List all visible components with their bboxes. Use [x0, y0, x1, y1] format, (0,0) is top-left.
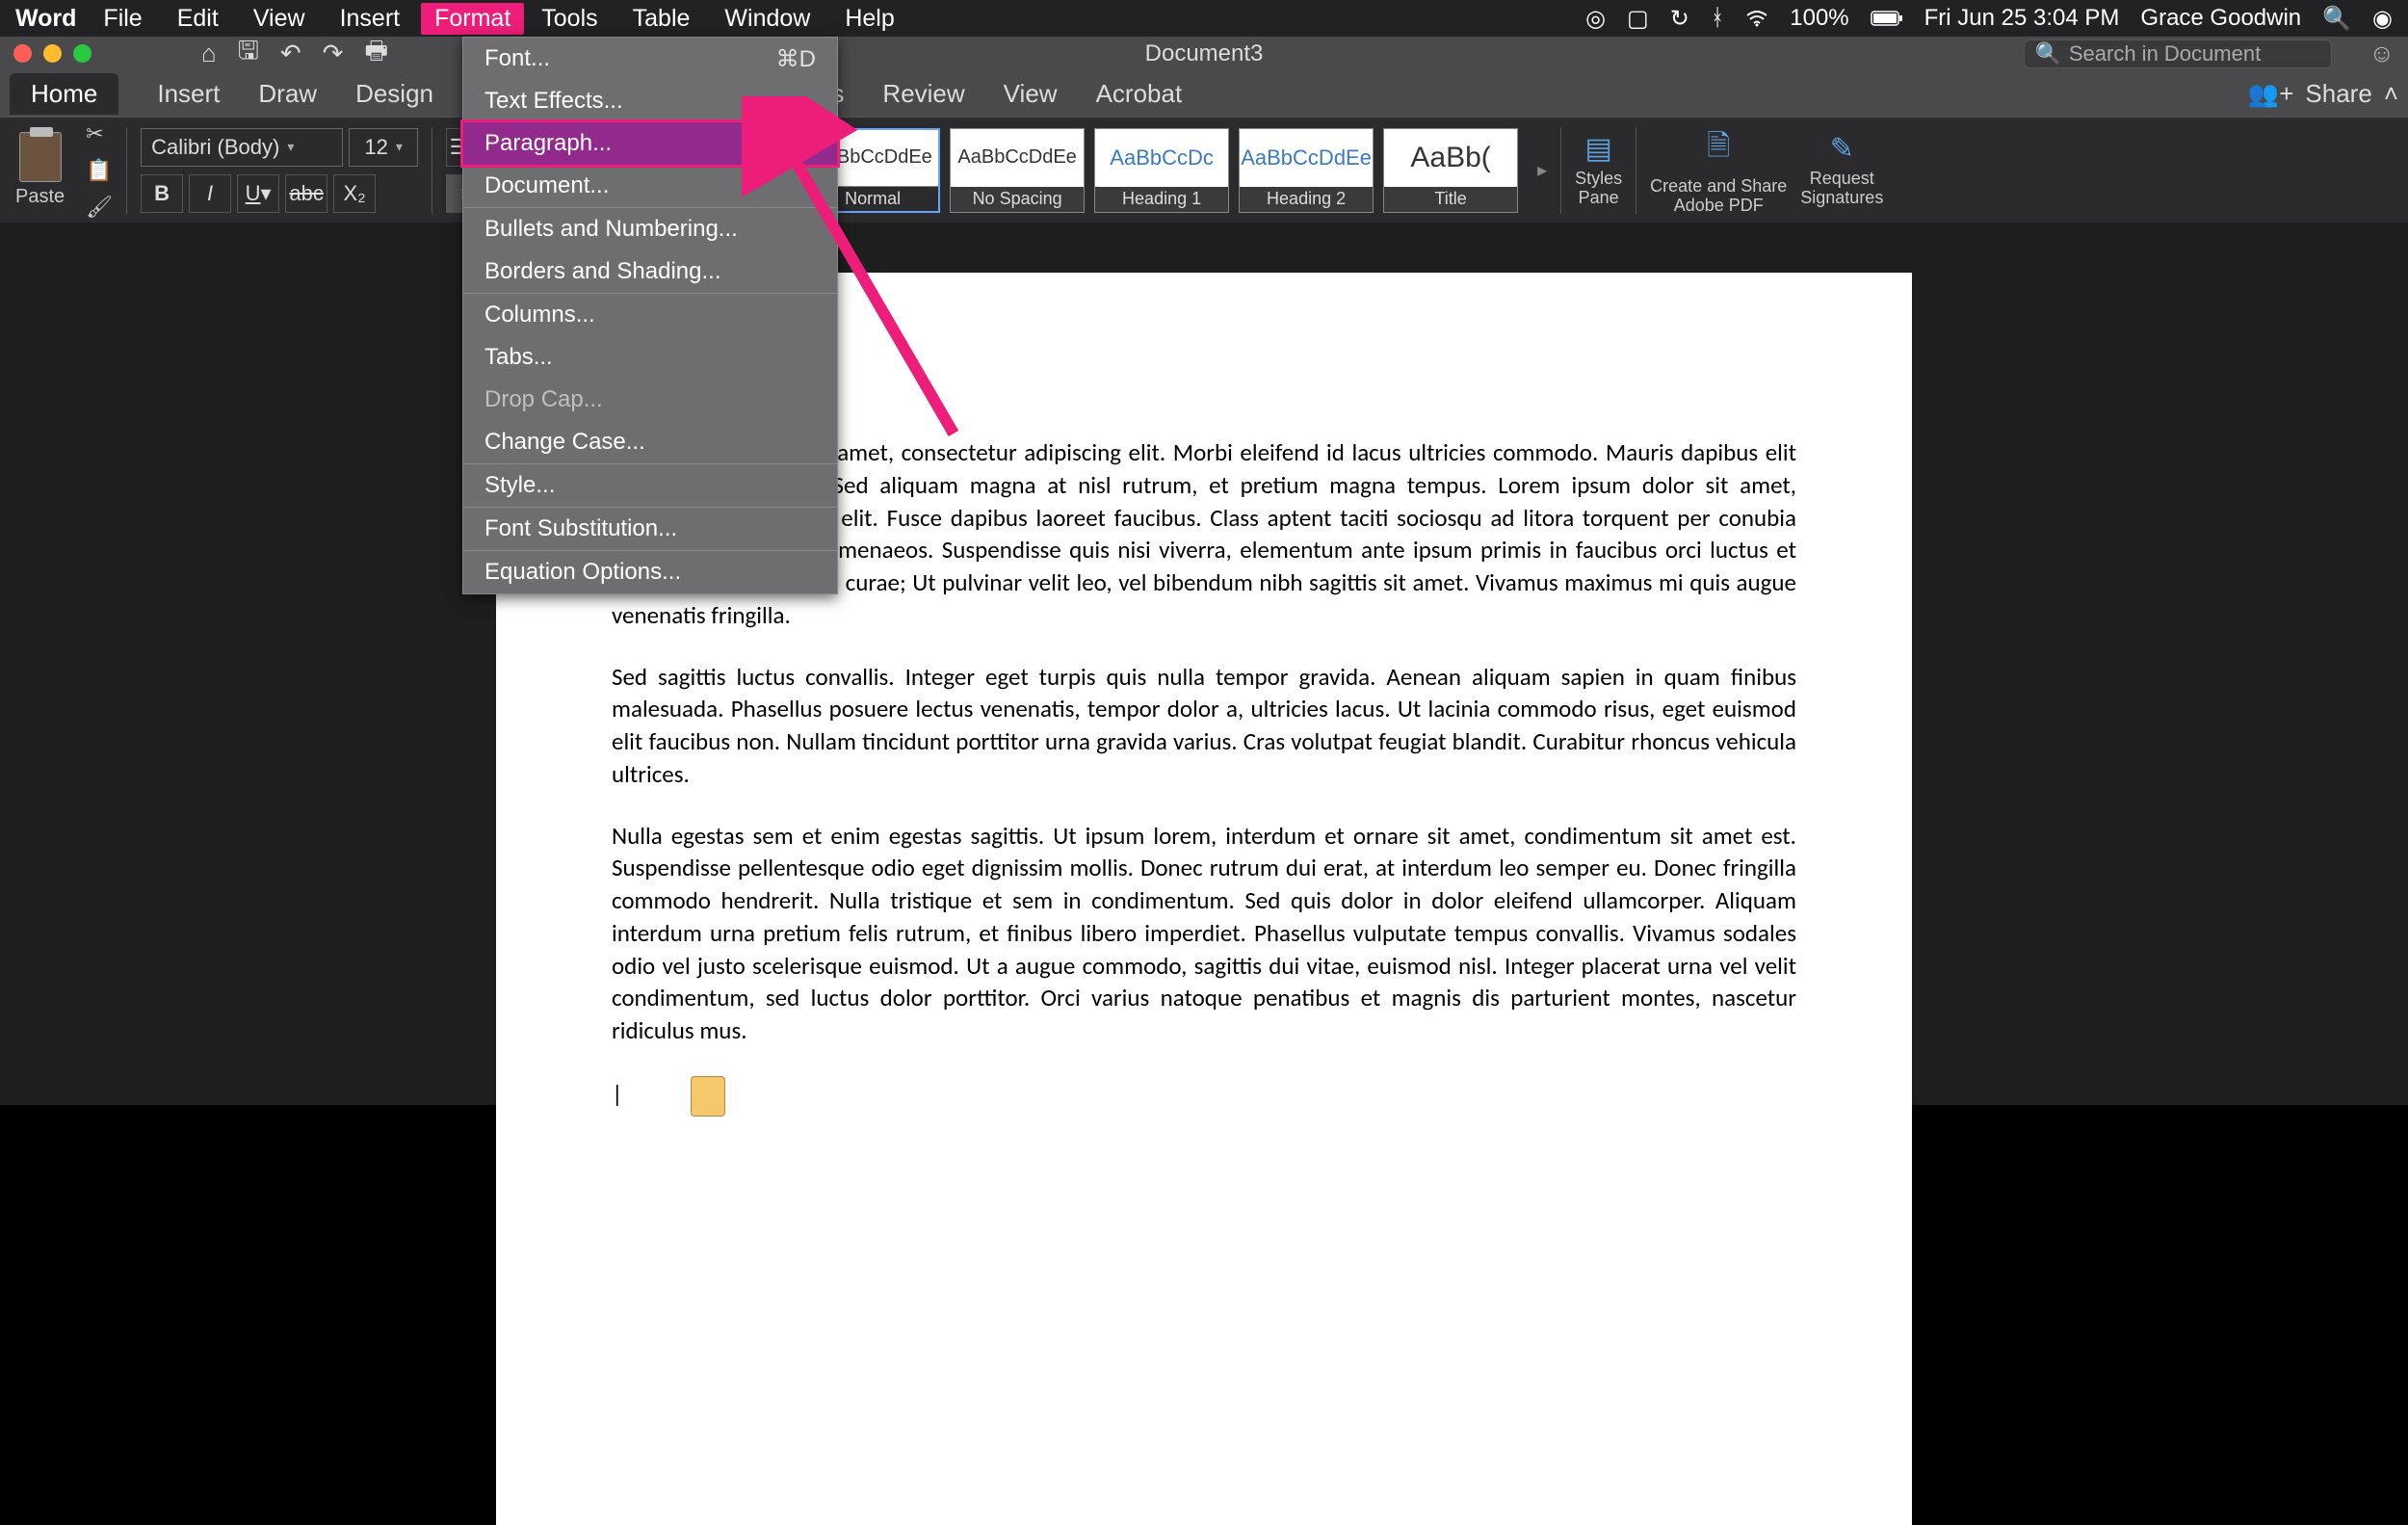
- ribbon-tabs: Home Insert Draw Design Layout Reference…: [0, 70, 2408, 117]
- clipboard-icon: [19, 132, 62, 182]
- workspace: Lorem ipsum dolor sit amet, consectetur …: [0, 223, 2408, 1105]
- cut-icon[interactable]: ✂: [86, 121, 113, 146]
- format-menu-font[interactable]: Font...⌘D: [463, 38, 837, 80]
- format-menu-style[interactable]: Style...: [463, 464, 837, 507]
- spotlight-icon[interactable]: 🔍: [2322, 5, 2351, 33]
- feedback-icon[interactable]: ☺: [2369, 39, 2395, 68]
- creative-cloud-icon[interactable]: ◎: [1585, 5, 1606, 33]
- menu-edit[interactable]: Edit: [177, 5, 219, 33]
- redo-icon[interactable]: ↷: [323, 39, 344, 68]
- bluetooth-icon[interactable]: ᚼ: [1711, 5, 1724, 32]
- format-menu-bullets-and-numbering[interactable]: Bullets and Numbering...: [463, 208, 837, 250]
- window-chrome: ⌂ 🖫 ↶ ↷ 🖶 Document3 🔍 Search in Document…: [0, 37, 2408, 70]
- menu-insert[interactable]: Insert: [340, 5, 401, 33]
- format-menu-document[interactable]: Document...: [463, 165, 837, 207]
- font-family-select[interactable]: Calibri (Body)▾: [141, 128, 343, 167]
- style-gallery: AaBbCcDdEeNormal AaBbCcDdEeNo Spacing Aa…: [805, 128, 1518, 213]
- share-button[interactable]: 👥+ Share ˄: [2248, 79, 2398, 109]
- zoom-window[interactable]: [73, 44, 92, 63]
- search-icon: 🔍: [2034, 41, 2060, 66]
- tab-design[interactable]: Design: [355, 79, 433, 109]
- timemachine-icon[interactable]: ↻: [1670, 5, 1689, 33]
- paragraph-2: Sed sagittis luctus convallis. Integer e…: [612, 661, 1796, 791]
- menu-help[interactable]: Help: [845, 5, 894, 33]
- format-menu-change-case[interactable]: Change Case...: [463, 421, 837, 463]
- print-icon[interactable]: 🖶: [364, 33, 388, 75]
- menu-view[interactable]: View: [253, 5, 305, 33]
- wifi-icon[interactable]: [1745, 10, 1768, 27]
- minimize-window[interactable]: [43, 44, 62, 63]
- menu-file[interactable]: File: [103, 5, 142, 33]
- airplay-icon[interactable]: ▢: [1627, 5, 1649, 33]
- format-painter-icon[interactable]: 🖌: [86, 195, 113, 220]
- font-size-select[interactable]: 12▾: [349, 128, 418, 167]
- paste-button[interactable]: Paste: [15, 132, 65, 208]
- tab-view[interactable]: View: [1004, 79, 1058, 109]
- close-window[interactable]: [13, 44, 32, 63]
- battery-icon: [1871, 10, 1903, 27]
- tab-home[interactable]: Home: [10, 73, 118, 115]
- format-menu-paragraph[interactable]: Paragraph...⌥⌘M: [463, 122, 837, 165]
- menu-window[interactable]: Window: [724, 5, 810, 33]
- paste-options-icon[interactable]: [691, 1076, 725, 1117]
- style-heading-2[interactable]: AaBbCcDdEeHeading 2: [1239, 128, 1374, 213]
- adobe-create-share-button[interactable]: 🗎Create and ShareAdobe PDF: [1650, 124, 1787, 216]
- menu-tools[interactable]: Tools: [541, 5, 597, 33]
- format-menu-borders-and-shading[interactable]: Borders and Shading...: [463, 250, 837, 293]
- style-gallery-more[interactable]: ▸: [1537, 158, 1547, 182]
- search-placeholder: Search in Document: [2069, 41, 2261, 66]
- document-title: Document3: [1145, 40, 1264, 67]
- format-menu-drop-cap: Drop Cap...: [463, 379, 837, 421]
- format-menu-equation-options[interactable]: Equation Options...: [463, 551, 837, 593]
- battery-percent: 100%: [1790, 5, 1848, 32]
- tab-draw[interactable]: Draw: [258, 79, 317, 109]
- request-signatures-button[interactable]: ✎RequestSignatures: [1800, 132, 1883, 208]
- siri-icon[interactable]: ◉: [2372, 5, 2393, 33]
- mac-menubar: Word File Edit View Insert Format Tools …: [0, 0, 2408, 37]
- underline-button[interactable]: U ▾: [237, 174, 279, 213]
- save-icon[interactable]: 🖫: [238, 33, 259, 75]
- format-menu-columns[interactable]: Columns...: [463, 294, 837, 336]
- home-icon[interactable]: ⌂: [201, 39, 217, 68]
- ribbon: Paste ✂ 📋 🖌 Calibri (Body)▾ 12▾ B I U ▾ …: [0, 117, 2408, 223]
- italic-button[interactable]: I: [189, 174, 231, 213]
- username: Grace Goodwin: [2140, 5, 2301, 32]
- tab-acrobat[interactable]: Acrobat: [1096, 79, 1183, 109]
- menu-format[interactable]: Format: [421, 3, 524, 35]
- style-heading-1[interactable]: AaBbCcDcHeading 1: [1094, 128, 1229, 213]
- menu-table[interactable]: Table: [633, 5, 691, 33]
- undo-icon[interactable]: ↶: [280, 39, 301, 68]
- document-search[interactable]: 🔍 Search in Document: [2024, 39, 2332, 68]
- app-name: Word: [15, 5, 76, 33]
- tab-review[interactable]: Review: [882, 79, 964, 109]
- format-menu-font-substitution[interactable]: Font Substitution...: [463, 508, 837, 550]
- datetime: Fri Jun 25 3:04 PM: [1924, 5, 2120, 32]
- format-menu-text-effects[interactable]: Text Effects...: [463, 80, 837, 122]
- subscript-button[interactable]: X₂: [333, 174, 376, 213]
- strikethrough-button[interactable]: abc: [285, 174, 327, 213]
- copy-icon[interactable]: 📋: [86, 158, 113, 183]
- style-title[interactable]: AaBb(Title: [1383, 128, 1518, 213]
- paragraph-3: Nulla egestas sem et enim egestas sagitt…: [612, 820, 1796, 1047]
- format-menu: Font...⌘DText Effects...Paragraph...⌥⌘MD…: [462, 37, 838, 594]
- style-no-spacing[interactable]: AaBbCcDdEeNo Spacing: [950, 128, 1085, 213]
- tab-insert[interactable]: Insert: [157, 79, 220, 109]
- bold-button[interactable]: B: [141, 174, 183, 213]
- status-area: ◎ ▢ ↻ ᚼ 100% Fri Jun 25 3:04 PM Grace Go…: [1585, 5, 2393, 33]
- traffic-lights: [13, 44, 92, 63]
- styles-pane-button[interactable]: ▤StylesPane: [1575, 132, 1622, 208]
- format-menu-tabs[interactable]: Tabs...: [463, 336, 837, 379]
